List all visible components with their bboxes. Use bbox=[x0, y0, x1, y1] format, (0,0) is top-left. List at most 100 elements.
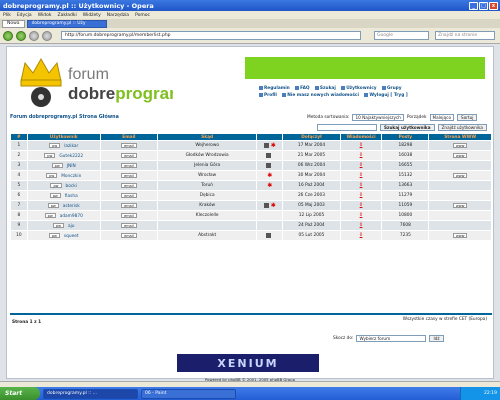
messages-link[interactable]: 0 bbox=[360, 203, 363, 208]
taskbar-opera[interactable]: dobreprogramy.pl :: ... bbox=[43, 388, 138, 399]
jump-go-button[interactable]: Idź bbox=[429, 335, 444, 342]
messages-link[interactable]: 0 bbox=[360, 223, 363, 228]
email-button[interactable]: email bbox=[121, 152, 137, 158]
username-link[interactable]: asterisk bbox=[63, 204, 80, 209]
messages-link[interactable]: 0 bbox=[360, 143, 363, 148]
breadcrumb-home-link[interactable]: Forum dobreprogramy.pl Strona Główna bbox=[10, 115, 119, 120]
xenium-banner[interactable]: XENIUM bbox=[177, 354, 319, 372]
menu-zakladki[interactable]: Zakładki bbox=[58, 13, 77, 18]
menu-plik[interactable]: Plik bbox=[3, 13, 11, 18]
col-user[interactable]: Użytkownik bbox=[26, 133, 101, 141]
find-in-page-input[interactable]: Znajdź na stronie bbox=[435, 31, 495, 40]
col-joined[interactable]: Dołączył bbox=[282, 133, 341, 141]
pm-button[interactable]: pw bbox=[46, 172, 58, 178]
close-button[interactable]: x bbox=[489, 1, 498, 10]
www-button[interactable]: www bbox=[452, 172, 468, 178]
sort-button[interactable]: Sortuj bbox=[457, 114, 478, 121]
messages-link[interactable]: 0 bbox=[360, 153, 363, 158]
pm-button[interactable]: pw bbox=[52, 222, 64, 228]
username-link[interactable]: adam9870 bbox=[60, 214, 83, 219]
gg-icon[interactable] bbox=[263, 203, 269, 208]
username-link[interactable]: bocki bbox=[66, 184, 77, 189]
email-button[interactable]: email bbox=[121, 212, 137, 218]
messages-link[interactable]: 0 bbox=[360, 173, 363, 178]
pm-button[interactable]: pw bbox=[50, 182, 62, 188]
sort-order-select[interactable]: Malejąco bbox=[429, 114, 455, 121]
pm-button[interactable]: pw bbox=[48, 232, 60, 238]
email-button[interactable]: email bbox=[121, 182, 137, 188]
link-grupy[interactable]: Grupy bbox=[381, 85, 402, 92]
pm-button[interactable]: pw bbox=[47, 202, 59, 208]
email-button[interactable]: email bbox=[121, 192, 137, 198]
row-extra bbox=[256, 160, 284, 171]
top-ad-banner[interactable] bbox=[245, 57, 485, 79]
search-user-button[interactable]: Szukaj użytkownika bbox=[380, 124, 435, 131]
forward-icon[interactable] bbox=[16, 30, 26, 41]
link-szukaj[interactable]: Szukaj bbox=[314, 85, 336, 92]
home-icon[interactable] bbox=[42, 30, 52, 41]
reload-icon[interactable] bbox=[29, 30, 39, 41]
link-profil[interactable]: Profil bbox=[259, 92, 277, 99]
sort-method-label: Metoda sortowania: bbox=[307, 115, 350, 120]
start-button[interactable]: Start bbox=[0, 387, 40, 400]
username-link[interactable]: JNIN bbox=[67, 164, 76, 169]
jump-select[interactable]: Wybierz forum bbox=[356, 335, 427, 342]
pm-button[interactable]: pw bbox=[44, 212, 56, 218]
taskbar-paint[interactable]: 06 - Paint bbox=[141, 388, 236, 399]
gg-icon[interactable] bbox=[263, 143, 269, 148]
menu-widok[interactable]: Widok bbox=[38, 13, 52, 18]
www-button[interactable]: www bbox=[452, 142, 468, 148]
pm-button[interactable]: pw bbox=[49, 192, 61, 198]
pm-button[interactable]: pw bbox=[51, 162, 63, 168]
username-link[interactable]: Gutek2222 bbox=[59, 154, 83, 159]
messages-link[interactable]: 0 bbox=[360, 163, 363, 168]
menu-edycja[interactable]: Edycja bbox=[17, 13, 32, 18]
forum-logo[interactable]: forum dobreprogramy bbox=[13, 53, 173, 108]
messages-link[interactable]: 0 bbox=[360, 193, 363, 198]
link-faq[interactable]: FAQ bbox=[295, 85, 310, 92]
window-titlebar[interactable]: dobreprogramy.pl :: Użytkownicy - Opera … bbox=[0, 0, 500, 11]
email-button[interactable]: email bbox=[121, 232, 137, 238]
back-icon[interactable] bbox=[3, 30, 13, 41]
link-logout[interactable]: Wyloguj [ Tryg ] bbox=[364, 92, 408, 99]
www-button[interactable]: www bbox=[452, 232, 468, 238]
menu-widzety[interactable]: Widżety bbox=[83, 13, 101, 18]
gg-icon[interactable] bbox=[266, 152, 272, 158]
menu-narzedzia[interactable]: Narzędzia bbox=[107, 13, 129, 18]
messages-link[interactable]: 0 bbox=[360, 233, 363, 238]
tab-forum[interactable]: dobreprogramy.pl :: Uży bbox=[26, 19, 107, 28]
user-search-input[interactable] bbox=[317, 124, 377, 131]
messages-link[interactable]: 0 bbox=[360, 213, 363, 218]
email-button[interactable]: email bbox=[121, 222, 137, 228]
minimize-button[interactable]: _ bbox=[469, 1, 478, 10]
pm-button[interactable]: pw bbox=[49, 142, 61, 148]
username-link[interactable]: Monczkin bbox=[61, 174, 81, 179]
sort-method-select[interactable]: 10 Najaktywniejszych bbox=[352, 114, 404, 121]
menu-pomoc[interactable]: Pomoc bbox=[135, 13, 150, 18]
members-table: # Użytkownik Email Skąd Dołączył Wiadomo… bbox=[10, 133, 492, 241]
col-posts[interactable]: Posty bbox=[381, 133, 430, 141]
email-button[interactable]: email bbox=[121, 142, 137, 148]
username-link[interactable]: fiasha bbox=[65, 194, 78, 199]
find-user-button[interactable]: Znajdź użytkownika bbox=[437, 124, 487, 131]
address-bar[interactable]: http://forum.dobreprogramy.pl/memberlist… bbox=[61, 31, 361, 40]
username-link[interactable]: squeet bbox=[64, 234, 79, 239]
gg-icon[interactable] bbox=[266, 232, 272, 238]
link-uzytkownicy[interactable]: Użytkownicy bbox=[341, 85, 377, 92]
www-button[interactable]: www bbox=[452, 152, 468, 158]
tab-new[interactable]: Nowa bbox=[2, 19, 25, 28]
username-link[interactable]: lazikar bbox=[64, 144, 78, 149]
pm-button[interactable]: pw bbox=[44, 152, 56, 158]
www-button[interactable]: www bbox=[452, 202, 468, 208]
search-input[interactable]: Google bbox=[374, 31, 429, 40]
email-button[interactable]: email bbox=[121, 202, 137, 208]
link-regulamin[interactable]: Regulamin bbox=[259, 85, 290, 92]
email-button[interactable]: email bbox=[121, 162, 137, 168]
gg-icon[interactable] bbox=[266, 162, 272, 168]
username-link[interactable]: aju bbox=[68, 224, 75, 229]
link-messages[interactable]: Nie masz nowych wiadomości bbox=[282, 92, 359, 99]
email-button[interactable]: email bbox=[121, 172, 137, 178]
maximize-button[interactable]: □ bbox=[479, 1, 488, 10]
rules-icon bbox=[259, 85, 263, 90]
messages-link[interactable]: 0 bbox=[360, 183, 363, 188]
